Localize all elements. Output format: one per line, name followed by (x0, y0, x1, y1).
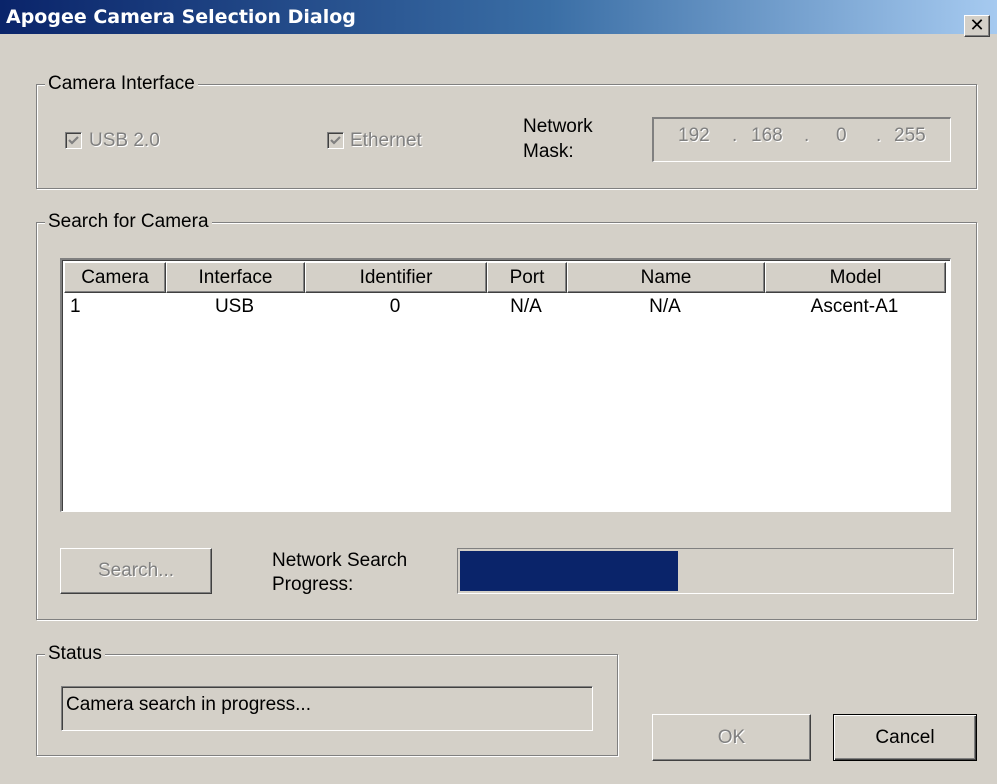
camera-list-header: Camera Interface Identifier Port Name Mo… (64, 262, 946, 293)
column-header-model[interactable]: Model (765, 262, 946, 293)
status-label: Status (45, 642, 105, 666)
column-header-name[interactable]: Name (567, 262, 765, 293)
status-message-field: Camera search in progress... (61, 686, 593, 731)
window-title: Apogee Camera Selection Dialog (6, 6, 356, 28)
status-message: Camera search in progress... (66, 694, 311, 715)
cancel-button[interactable]: Cancel (833, 714, 977, 761)
close-button[interactable]: ✕ (964, 15, 990, 37)
network-mask-label-line2: Mask: (523, 141, 574, 162)
progress-label-line1: Network Search (272, 550, 408, 571)
cell-interface: USB (214, 296, 255, 317)
usb-checkbox[interactable] (65, 132, 82, 149)
search-button[interactable]: Search... (60, 548, 212, 594)
column-header-interface[interactable]: Interface (166, 262, 305, 293)
mask-dot-2: . (804, 125, 810, 146)
network-search-progress-bar (457, 548, 954, 594)
cell-model: Ascent-A1 (810, 296, 899, 317)
ethernet-label: Ethernet (350, 130, 422, 151)
close-icon: ✕ (969, 15, 985, 35)
cell-identifier: 0 (389, 296, 401, 317)
camera-list[interactable]: Camera Interface Identifier Port Name Mo… (60, 258, 951, 512)
network-mask-label-line1: Network (523, 116, 593, 137)
mask-dot-3: . (876, 125, 882, 146)
column-header-camera[interactable]: Camera (64, 262, 166, 293)
column-header-identifier[interactable]: Identifier (305, 262, 487, 293)
title-bar[interactable]: Apogee Camera Selection Dialog ✕ (0, 0, 997, 37)
ok-button[interactable]: OK (652, 714, 811, 761)
usb-label: USB 2.0 (89, 130, 160, 151)
mask-octet-4: 255 (894, 125, 926, 146)
camera-interface-label: Camera Interface (45, 72, 198, 96)
mask-octet-2: 168 (751, 125, 783, 146)
ethernet-checkbox[interactable] (327, 132, 344, 149)
checkmark-icon (330, 136, 341, 145)
checkmark-icon (68, 136, 79, 145)
search-for-camera-label: Search for Camera (45, 210, 212, 234)
column-header-port[interactable]: Port (487, 262, 567, 293)
mask-octet-1: 192 (678, 125, 710, 146)
cell-camera: 1 (70, 296, 81, 317)
mask-octet-3: 0 (836, 125, 847, 146)
progress-fill (460, 551, 678, 591)
progress-label-line2: Progress: (272, 574, 354, 595)
camera-selection-dialog: Apogee Camera Selection Dialog ✕ Camera … (0, 0, 997, 784)
cell-port: N/A (510, 296, 542, 317)
mask-dot-1: . (732, 125, 738, 146)
network-mask-field[interactable]: 192 . 168 . 0 . 255 (652, 117, 951, 162)
cell-name: N/A (649, 296, 681, 317)
